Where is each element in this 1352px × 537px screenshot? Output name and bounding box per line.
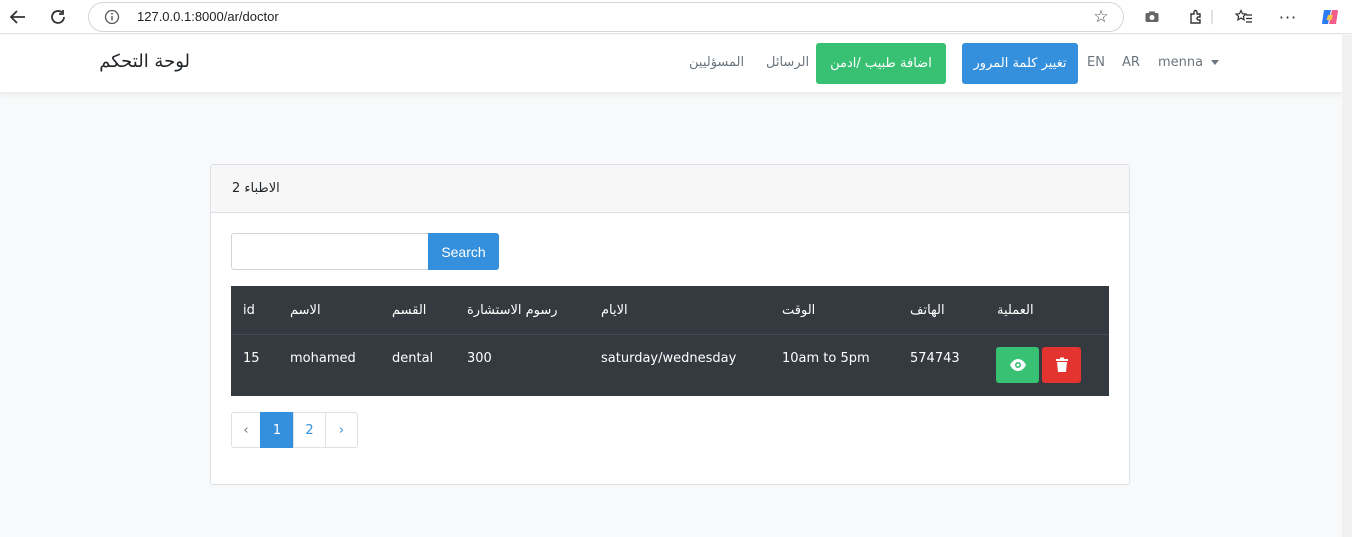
nav-link-messages[interactable]: الرسائل (766, 55, 809, 70)
pagination-next[interactable]: › (325, 412, 358, 448)
card-header: الاطباء 2 (211, 165, 1129, 213)
cell-days: saturday/wednesday (601, 351, 737, 366)
caret-down-icon (1211, 60, 1220, 65)
lang-en-link[interactable]: EN (1087, 55, 1105, 70)
copilot-icon[interactable] (1316, 3, 1344, 31)
pagination-prev[interactable]: ‹ (231, 412, 261, 448)
url-text: 127.0.0.1:8000/ar/doctor (137, 9, 279, 24)
nav-link-admins[interactable]: المسؤليين (689, 55, 744, 70)
table-header-days: الايام (601, 303, 628, 318)
camera-icon[interactable] (1138, 3, 1166, 31)
table-header-phone: الهاتف (910, 303, 945, 318)
cell-time: 10am to 5pm (782, 351, 870, 366)
toolbar-divider: | (1209, 9, 1215, 25)
add-doctor-button[interactable]: اضافة طبيب /ادمن (816, 43, 946, 84)
card-title: الاطباء 2 (232, 181, 280, 196)
favorites-icon[interactable] (1230, 3, 1258, 31)
navbar-brand[interactable]: لوحة التحكم (99, 51, 190, 72)
eye-icon (1009, 359, 1026, 371)
table-header-id: id (243, 303, 255, 318)
user-dropdown[interactable]: menna (1158, 55, 1220, 70)
view-button[interactable] (996, 347, 1039, 383)
trash-icon (1055, 357, 1068, 372)
doctors-card: الاطباء 2 Search id الاسم القسم رسوم الا… (210, 164, 1130, 485)
favorite-star-icon[interactable]: ☆ (1091, 7, 1111, 27)
reload-icon[interactable] (44, 3, 72, 31)
pagination-page-2[interactable]: 2 (293, 412, 326, 448)
more-icon[interactable]: ··· (1274, 3, 1302, 31)
table-header-time: الوقت (782, 303, 816, 318)
table-header-department: القسم (392, 303, 427, 318)
cell-id: 15 (243, 351, 260, 366)
lang-ar-link[interactable]: AR (1122, 55, 1140, 70)
cell-name: mohamed (290, 351, 356, 366)
address-bar[interactable]: 127.0.0.1:8000/ar/doctor ☆ (88, 2, 1124, 32)
info-icon[interactable] (103, 8, 121, 26)
search-input[interactable] (231, 233, 429, 270)
row-divider (231, 334, 1109, 335)
pagination: ‹ 1 2 › (231, 412, 358, 448)
doctors-table: id الاسم القسم رسوم الاستشارة الايام الو… (231, 286, 1109, 396)
cell-fee: 300 (467, 351, 492, 366)
pagination-page-1[interactable]: 1 (260, 412, 294, 448)
search-button[interactable]: Search (428, 233, 499, 270)
page-scrollbar[interactable] (1342, 35, 1352, 537)
change-password-button[interactable]: تغيير كلمة المرور (962, 43, 1078, 84)
cell-department: dental (392, 351, 434, 366)
table-header-name: الاسم (290, 303, 321, 318)
user-name: menna (1158, 55, 1204, 70)
browser-toolbar: 127.0.0.1:8000/ar/doctor ☆ | ··· (0, 0, 1352, 34)
back-icon[interactable] (4, 3, 32, 31)
delete-button[interactable] (1042, 347, 1081, 383)
top-navbar: لوحة التحكم المسؤليين الرسائل اضافة طبيب… (0, 35, 1342, 93)
table-header-fee: رسوم الاستشارة (467, 303, 558, 318)
table-header-actions: العملية (997, 303, 1034, 318)
cell-phone: 574743 (910, 351, 960, 366)
